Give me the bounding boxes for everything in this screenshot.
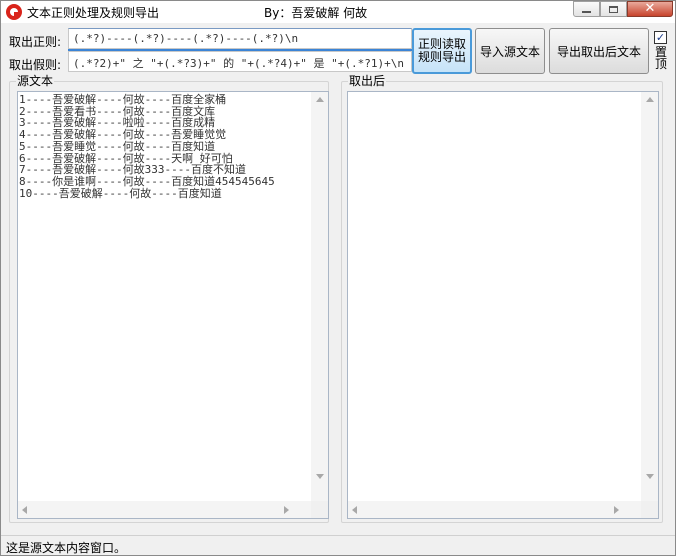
scrollbar-corner: [641, 501, 658, 518]
fake-rule-input[interactable]: (.*?2)+" 之 "+(.*?3)+" 的 "+(.*?4)+" 是 "+(…: [68, 51, 412, 72]
scrollbar-corner: [311, 501, 328, 518]
app-logo-icon: [6, 4, 22, 20]
source-line: 1----吾爱破解----何故----百度全家桶: [19, 93, 227, 106]
source-line: 8----你是谁啊----何故----百度知道454545645: [19, 174, 275, 188]
scroll-left-icon[interactable]: [22, 506, 27, 514]
scroll-down-icon[interactable]: [646, 474, 654, 479]
status-text: 这是源文本内容窗口。: [6, 541, 127, 555]
title-bar[interactable]: 文本正则处理及规则导出 By：吾爱破解 何故 ✕: [1, 1, 675, 23]
source-lines: 1----吾爱破解----何故----百度全家桶 2----吾爱看书----何故-…: [19, 94, 275, 199]
topmost-label[interactable]: 置顶: [655, 46, 669, 70]
import-source-button[interactable]: 导入源文本: [475, 28, 545, 74]
source-vertical-scrollbar[interactable]: [311, 92, 328, 501]
source-line: 5----吾爱睡觉----何故----百度知道: [19, 139, 216, 153]
source-textarea[interactable]: 1----吾爱破解----何故----百度全家桶 2----吾爱看书----何故-…: [17, 91, 329, 519]
output-group-title: 取出后: [348, 74, 387, 88]
scroll-right-icon[interactable]: [614, 506, 619, 514]
close-button[interactable]: ✕: [627, 1, 673, 17]
source-horizontal-scrollbar[interactable]: [18, 501, 311, 518]
close-icon: ✕: [644, 1, 656, 16]
output-horizontal-scrollbar[interactable]: [348, 501, 641, 518]
regex-label: 取出正则:: [9, 35, 62, 49]
regex-input[interactable]: (.*?)----(.*?)----(.*?)----(.*?)\n: [68, 28, 412, 49]
output-textarea[interactable]: [347, 91, 659, 519]
scroll-down-icon[interactable]: [316, 474, 324, 479]
output-vertical-scrollbar[interactable]: [641, 92, 658, 501]
export-result-button[interactable]: 导出取出后文本: [549, 28, 649, 74]
minimize-icon: [582, 10, 591, 13]
scroll-up-icon[interactable]: [316, 97, 324, 102]
fake-rule-label: 取出假则:: [9, 58, 62, 72]
maximize-button[interactable]: [600, 1, 627, 17]
source-line: 10----吾爱破解----何故----百度知道: [19, 186, 222, 200]
topmost-checkbox[interactable]: ✓: [654, 31, 667, 44]
scroll-right-icon[interactable]: [284, 506, 289, 514]
app-window: 文本正则处理及规则导出 By：吾爱破解 何故 ✕ 取出正则: (.*?)----…: [0, 0, 676, 556]
minimize-button[interactable]: [573, 1, 600, 17]
window-title: 文本正则处理及规则导出: [27, 6, 160, 20]
maximize-icon: [609, 5, 618, 13]
source-group-title: 源文本: [16, 74, 55, 88]
scroll-up-icon[interactable]: [646, 97, 654, 102]
author-credit: By：吾爱破解 何故: [264, 6, 368, 20]
scroll-left-icon[interactable]: [352, 506, 357, 514]
rule-export-button[interactable]: 正则读取规则导出: [412, 28, 472, 74]
status-bar: 这是源文本内容窗口。: [1, 535, 675, 555]
